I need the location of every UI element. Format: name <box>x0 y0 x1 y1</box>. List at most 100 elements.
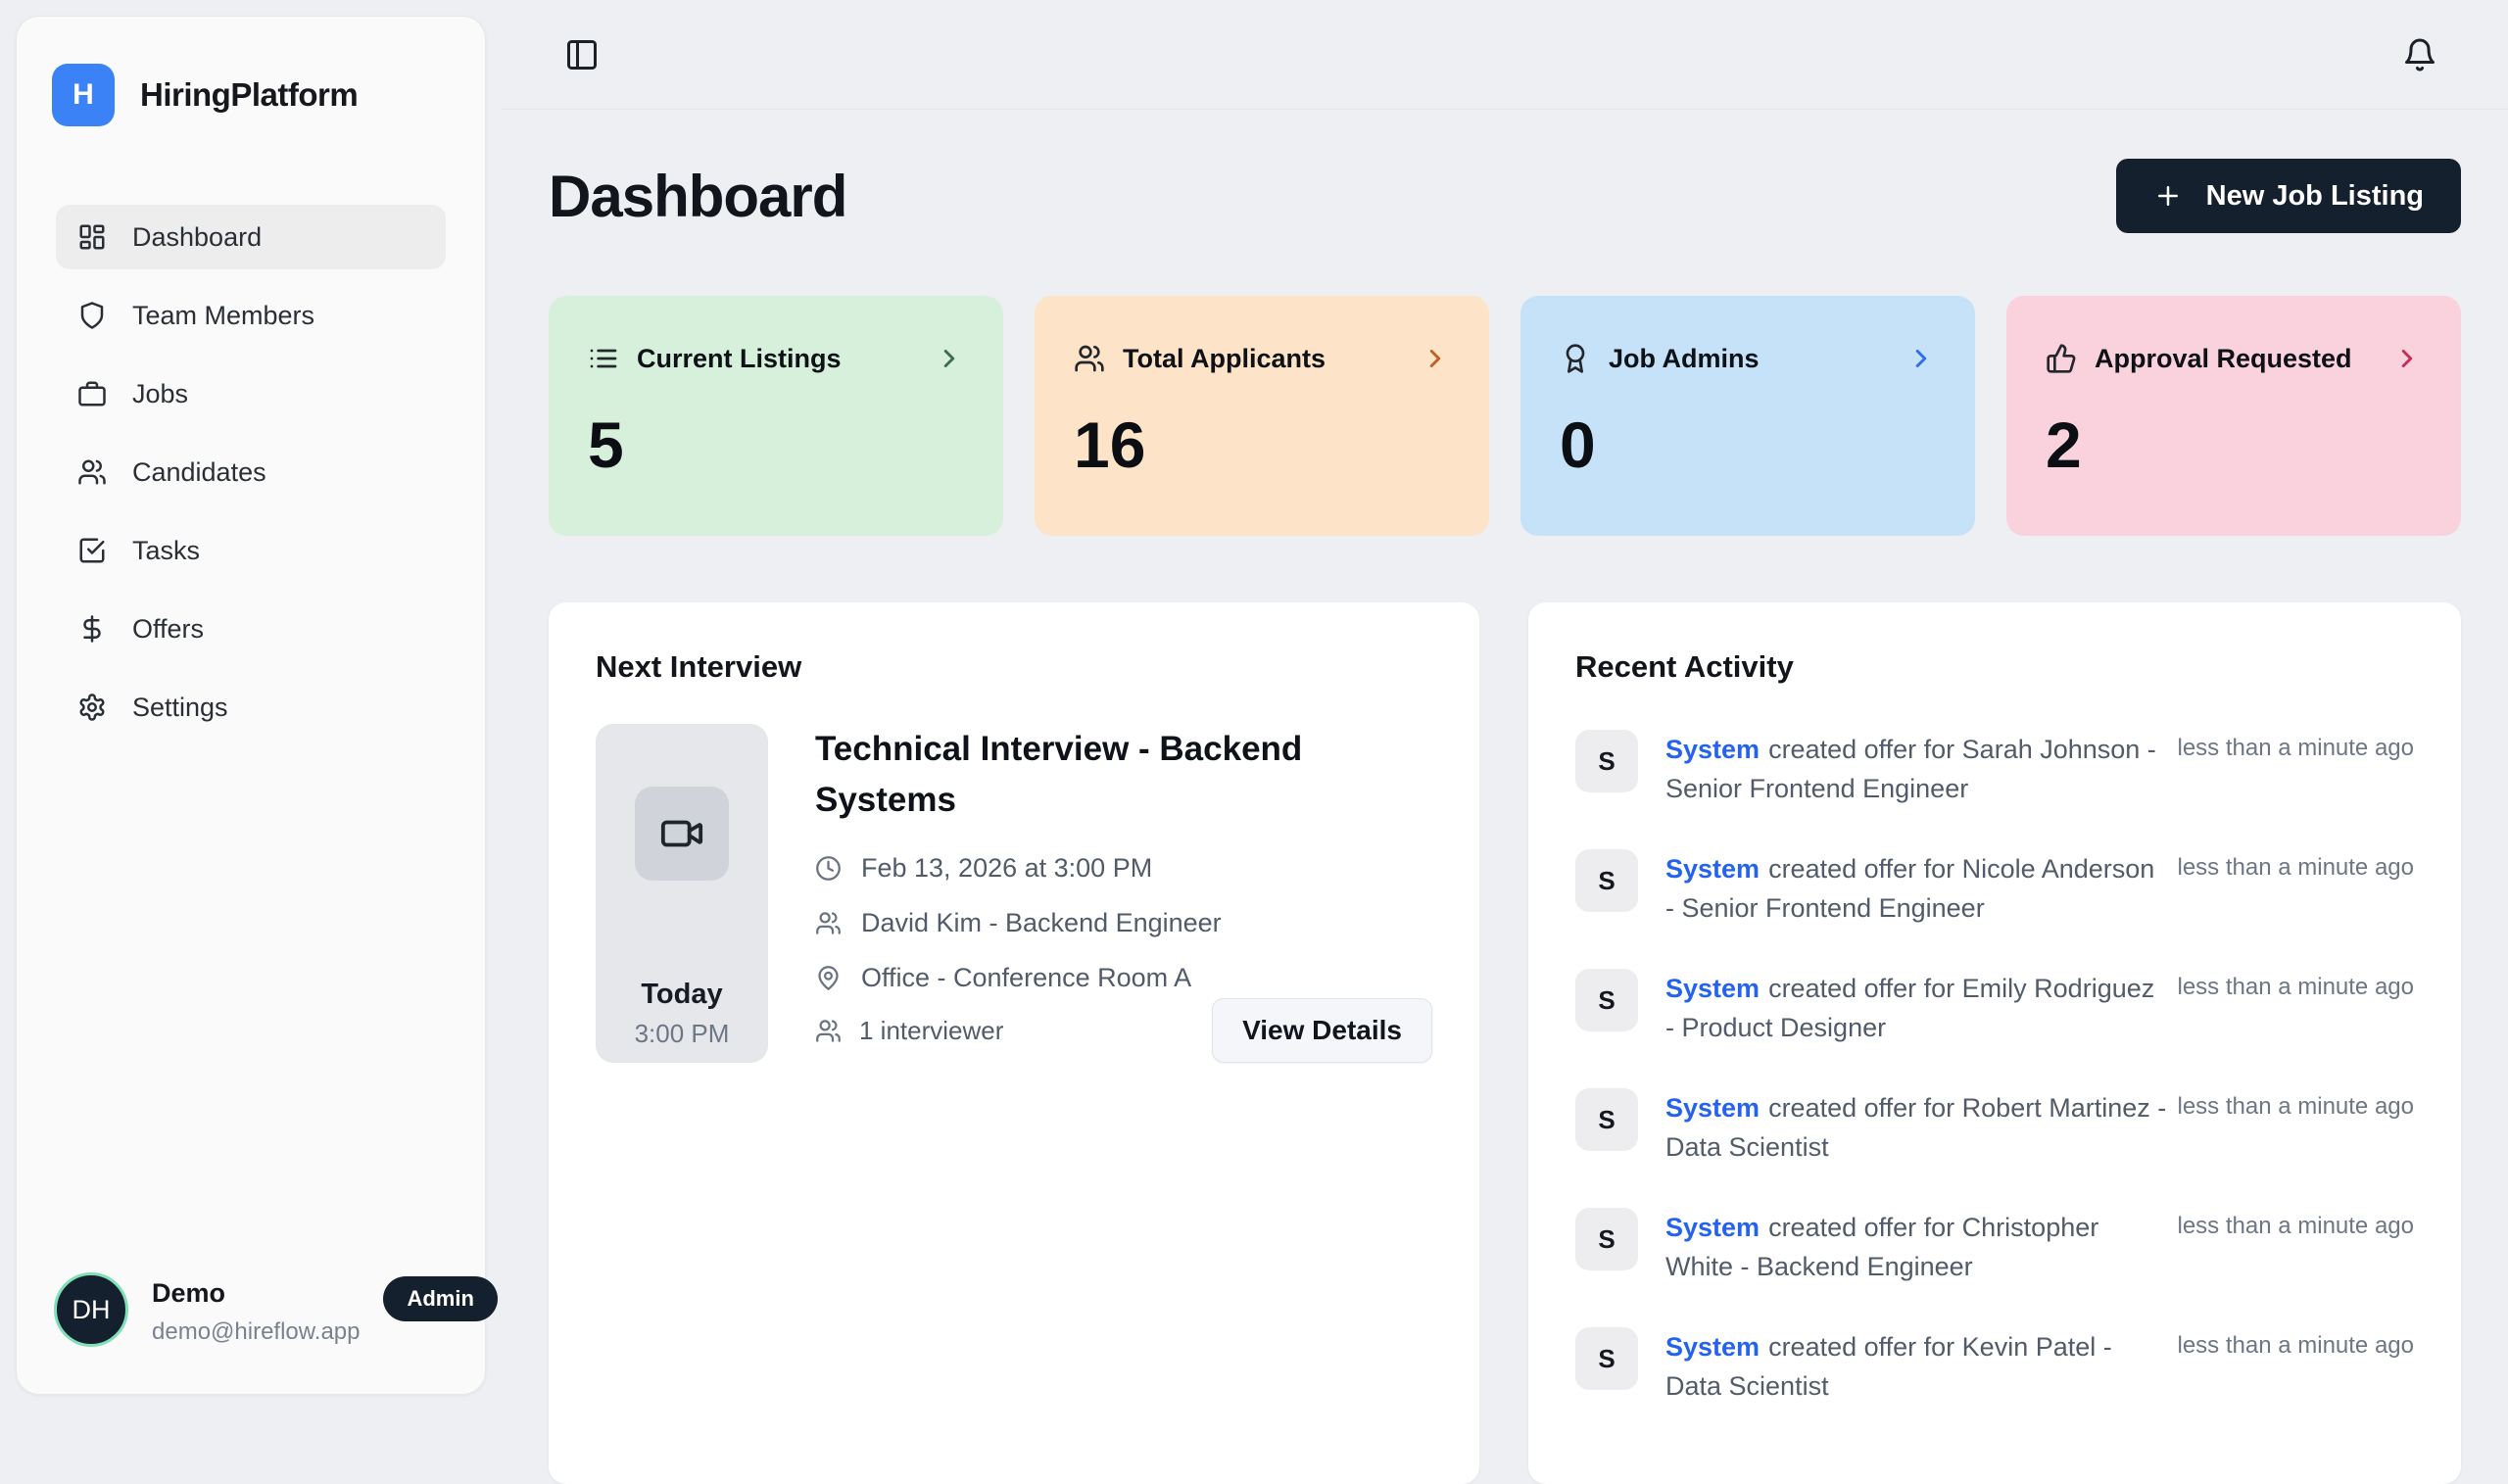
app-name: HiringPlatform <box>140 76 358 114</box>
sidebar-item-offers[interactable]: Offers <box>56 597 446 661</box>
clock-icon <box>815 855 842 882</box>
stat-card-total-applicants[interactable]: Total Applicants 16 <box>1035 296 1489 536</box>
interview-details: Technical Interview - Backend Systems Fe… <box>815 724 1432 1063</box>
sidebar-nav: Dashboard Team Members Jobs Candidates T… <box>17 205 485 740</box>
interview-location-row: Office - Conference Room A <box>815 963 1432 993</box>
activity-text: Systemcreated offer for Robert Martinez … <box>1665 1088 2167 1167</box>
activity-actor-link[interactable]: System <box>1665 1213 1760 1242</box>
activity-actor-link[interactable]: System <box>1665 1332 1760 1362</box>
thumbs-up-icon <box>2046 343 2077 374</box>
new-job-listing-label: New Job Listing <box>2206 180 2424 213</box>
user-avatar: DH <box>54 1272 128 1347</box>
sidebar-item-dashboard[interactable]: Dashboard <box>56 205 446 269</box>
activity-timestamp: less than a minute ago <box>2178 1088 2415 1121</box>
stat-value: 16 <box>1074 407 1450 482</box>
page-title: Dashboard <box>549 163 846 230</box>
stat-card-job-admins[interactable]: Job Admins 0 <box>1520 296 1975 536</box>
interview-person: David Kim - Backend Engineer <box>861 908 1222 938</box>
next-interview-panel: Next Interview Today 3:00 PM Technical I… <box>549 602 1479 1484</box>
activity-text: Systemcreated offer for Sarah Johnson - … <box>1665 730 2167 808</box>
notifications-button[interactable] <box>2402 37 2437 72</box>
interviewer-count-label: 1 interviewer <box>859 1016 1003 1046</box>
stat-label: Current Listings <box>637 344 842 374</box>
recent-activity-panel: Recent Activity S Systemcreated offer fo… <box>1528 602 2461 1484</box>
shield-icon <box>77 301 107 330</box>
interview-thumbnail: Today 3:00 PM <box>596 724 768 1063</box>
activity-avatar: S <box>1575 969 1638 1031</box>
stat-label: Approval Requested <box>2095 344 2352 374</box>
view-details-button[interactable]: View Details <box>1212 998 1432 1063</box>
sidebar-user: DH Demo demo@hireflow.app Admin <box>17 1272 485 1347</box>
activity-text: Systemcreated offer for Kevin Patel - Da… <box>1665 1327 2167 1406</box>
panel-left-icon <box>564 37 600 72</box>
sidebar-item-label: Jobs <box>132 379 188 409</box>
interview-meta: Feb 13, 2026 at 3:00 PM David Kim - Back… <box>815 853 1432 993</box>
users-icon <box>815 1018 842 1044</box>
interview-card: Today 3:00 PM Technical Interview - Back… <box>596 724 1432 1063</box>
plus-icon <box>2153 181 2183 211</box>
interviewer-count: 1 interviewer <box>815 1016 1003 1046</box>
chevron-right-icon <box>1906 344 1936 373</box>
users-icon <box>77 457 107 487</box>
stat-label: Total Applicants <box>1123 344 1326 374</box>
activity-actor-link[interactable]: System <box>1665 974 1760 1003</box>
sidebar-item-label: Settings <box>132 693 228 723</box>
role-badge: Admin <box>383 1276 497 1321</box>
recent-activity-title: Recent Activity <box>1575 649 2414 685</box>
activity-avatar: S <box>1575 849 1638 912</box>
chevron-right-icon <box>1421 344 1450 373</box>
sidebar-item-label: Offers <box>132 614 204 645</box>
new-job-listing-button[interactable]: New Job Listing <box>2116 159 2461 233</box>
briefcase-icon <box>77 379 107 408</box>
stat-value: 0 <box>1560 407 1936 482</box>
user-meta: Demo demo@hireflow.app <box>152 1272 360 1346</box>
activity-actor-link[interactable]: System <box>1665 735 1760 764</box>
title-row: Dashboard New Job Listing <box>549 159 2461 233</box>
activity-actor-link[interactable]: System <box>1665 1093 1760 1123</box>
activity-avatar: S <box>1575 1327 1638 1390</box>
activity-item: S Systemcreated offer for Sarah Johnson … <box>1575 730 2414 808</box>
sidebar-item-settings[interactable]: Settings <box>56 675 446 740</box>
stat-head: Current Listings <box>588 343 964 374</box>
sidebar-item-label: Dashboard <box>132 222 262 253</box>
app-logo: H <box>52 64 115 126</box>
sidebar-toggle-button[interactable] <box>564 37 600 72</box>
stat-head: Total Applicants <box>1074 343 1450 374</box>
stat-head: Job Admins <box>1560 343 1936 374</box>
main-area: Dashboard New Job Listing Current Listin… <box>502 0 2508 1411</box>
sidebar-item-jobs[interactable]: Jobs <box>56 361 446 426</box>
activity-text: Systemcreated offer for Nicole Anderson … <box>1665 849 2167 928</box>
page-content: Dashboard New Job Listing Current Listin… <box>502 110 2508 1484</box>
activity-item: S Systemcreated offer for Nicole Anderso… <box>1575 849 2414 928</box>
stat-card-approval-requested[interactable]: Approval Requested 2 <box>2006 296 2461 536</box>
activity-avatar: S <box>1575 1208 1638 1270</box>
stat-label: Job Admins <box>1609 344 1760 374</box>
sidebar-item-team-members[interactable]: Team Members <box>56 283 446 348</box>
users-icon <box>815 910 842 936</box>
interview-datetime: Feb 13, 2026 at 3:00 PM <box>861 853 1152 884</box>
video-icon <box>635 787 729 881</box>
interview-job-title: Technical Interview - Backend Systems <box>815 724 1344 826</box>
interview-time-label: 3:00 PM <box>635 1019 730 1049</box>
user-name: Demo <box>152 1278 360 1309</box>
activity-text: Systemcreated offer for Christopher Whit… <box>1665 1208 2167 1286</box>
activity-actor-link[interactable]: System <box>1665 854 1760 884</box>
interview-footer: 1 interviewer View Details <box>815 998 1432 1063</box>
columns-row: Next Interview Today 3:00 PM Technical I… <box>549 602 2461 1484</box>
activity-item: S Systemcreated offer for Robert Martine… <box>1575 1088 2414 1167</box>
activity-item: S Systemcreated offer for Kevin Patel - … <box>1575 1327 2414 1406</box>
gear-icon <box>77 693 107 722</box>
interview-datetime-row: Feb 13, 2026 at 3:00 PM <box>815 853 1432 884</box>
sidebar-item-tasks[interactable]: Tasks <box>56 518 446 583</box>
activity-timestamp: less than a minute ago <box>2178 969 2415 1001</box>
dollar-icon <box>77 614 107 644</box>
topbar <box>502 0 2508 110</box>
list-icon <box>588 343 619 374</box>
layout-dashboard-icon <box>77 222 107 252</box>
sidebar: H HiringPlatform Dashboard Team Members … <box>16 16 486 1395</box>
stat-head: Approval Requested <box>2046 343 2422 374</box>
activity-item: S Systemcreated offer for Christopher Wh… <box>1575 1208 2414 1286</box>
activity-item: S Systemcreated offer for Emily Rodrigue… <box>1575 969 2414 1047</box>
stat-card-current-listings[interactable]: Current Listings 5 <box>549 296 1003 536</box>
sidebar-item-candidates[interactable]: Candidates <box>56 440 446 504</box>
